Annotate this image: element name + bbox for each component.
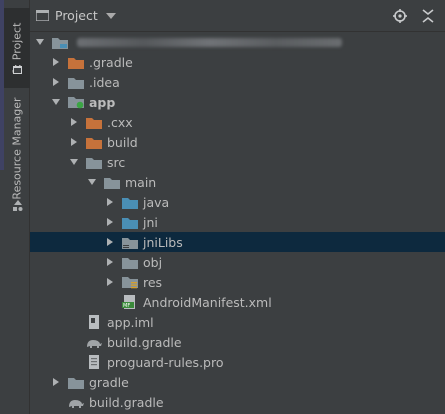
project-panel-header: Project: [30, 0, 445, 32]
source-folder-icon: [122, 195, 138, 209]
tree-row-java[interactable]: java: [30, 192, 445, 212]
collapse-all-icon[interactable]: [421, 8, 435, 23]
collapsed-arrow-icon[interactable]: [104, 216, 116, 228]
iml-file-icon: [86, 315, 102, 329]
tree-row-jnilibs[interactable]: jniLibs: [30, 232, 445, 252]
project-panel: Project .gradle .idea app .cxx build src…: [30, 0, 445, 414]
root-project-path-blurred: [77, 37, 342, 47]
collapsed-arrow-icon[interactable]: [50, 376, 62, 388]
tree-label: .idea: [89, 74, 120, 90]
tree-row-obj[interactable]: obj: [30, 252, 445, 272]
collapsed-arrow-icon[interactable]: [104, 276, 116, 288]
tree-label: app: [89, 94, 116, 110]
tree-label: java: [143, 194, 170, 210]
tree-row-idea-dir[interactable]: .idea: [30, 72, 445, 92]
source-folder-icon: [122, 215, 138, 229]
tree-label: build: [107, 134, 138, 150]
project-tree: .gradle .idea app .cxx build src main ja…: [30, 32, 445, 412]
folder-icon: [122, 255, 138, 269]
folder-icon: [68, 375, 84, 389]
tree-label: obj: [143, 254, 163, 270]
excluded-folder-icon: [86, 115, 102, 129]
project-view-title[interactable]: Project: [55, 8, 98, 23]
tree-label: .gradle: [89, 54, 133, 70]
view-selector-chevron-down-icon[interactable]: [105, 12, 116, 19]
resource-folder-icon: [122, 235, 138, 249]
tree-label: proguard-rules.pro: [107, 354, 224, 370]
tree-row-root-build-gradle[interactable]: build.gradle: [30, 392, 445, 412]
collapsed-arrow-icon[interactable]: [104, 196, 116, 208]
expanded-arrow-icon[interactable]: [68, 156, 80, 168]
tree-label: jni: [143, 214, 158, 230]
project-tab-icon: [13, 66, 22, 74]
expanded-arrow-icon[interactable]: [34, 36, 46, 48]
module-folder-icon: [52, 35, 68, 49]
tree-label: gradle: [89, 374, 129, 390]
tree-row-app-iml[interactable]: app.iml: [30, 312, 445, 332]
tree-label: .cxx: [107, 114, 133, 130]
excluded-folder-icon: [68, 55, 84, 69]
resource-manager-tool-tab[interactable]: Resource Manager: [4, 96, 30, 200]
resource-manager-tab-label: Resource Manager: [10, 96, 24, 200]
svg-text:MF: MF: [123, 303, 130, 309]
tree-row-app-build-gradle[interactable]: build.gradle: [30, 332, 445, 352]
tree-row-main[interactable]: main: [30, 172, 445, 192]
tree-row-app[interactable]: app: [30, 92, 445, 112]
android-module-folder-icon: [68, 95, 84, 109]
gradle-elephant-icon: [68, 395, 84, 409]
tree-label: AndroidManifest.xml: [143, 294, 272, 310]
tree-label: main: [125, 174, 157, 190]
tree-row-jni[interactable]: jni: [30, 212, 445, 232]
excluded-folder-icon: [86, 135, 102, 149]
tree-row-manifest[interactable]: MF AndroidManifest.xml: [30, 292, 445, 312]
folder-icon: [86, 155, 102, 169]
tool-window-strip: 1: Project Resource Manager: [0, 0, 30, 414]
tree-label: jniLibs: [143, 234, 183, 250]
tree-row-root[interactable]: [30, 32, 445, 52]
tree-row-src[interactable]: src: [30, 152, 445, 172]
tree-label: src: [107, 154, 126, 170]
text-file-icon: [86, 355, 102, 369]
folder-icon: [104, 175, 120, 189]
gradle-elephant-icon: [86, 335, 102, 349]
tree-label: build.gradle: [107, 334, 182, 350]
tree-row-build[interactable]: build: [30, 132, 445, 152]
collapsed-arrow-icon[interactable]: [50, 56, 62, 68]
manifest-file-icon: MF: [122, 295, 138, 309]
locate-file-icon[interactable]: [393, 8, 407, 23]
collapsed-arrow-icon[interactable]: [104, 236, 116, 248]
resource-folder-icon: [122, 275, 138, 289]
collapsed-arrow-icon[interactable]: [68, 136, 80, 148]
resource-manager-icon: [13, 200, 23, 211]
tree-row-cxx[interactable]: .cxx: [30, 112, 445, 132]
collapsed-arrow-icon[interactable]: [68, 116, 80, 128]
tree-label: app.iml: [107, 314, 154, 330]
tree-label: build.gradle: [89, 394, 164, 410]
tree-label: res: [143, 274, 163, 290]
project-view-icon: [36, 10, 49, 21]
collapsed-arrow-icon[interactable]: [50, 76, 62, 88]
tree-row-gradle[interactable]: gradle: [30, 372, 445, 392]
expanded-arrow-icon[interactable]: [86, 176, 98, 188]
tree-row-res[interactable]: res: [30, 272, 445, 292]
project-tool-tab[interactable]: 1: Project: [4, 8, 30, 88]
folder-icon: [68, 75, 84, 89]
tree-row-proguard[interactable]: proguard-rules.pro: [30, 352, 445, 372]
collapsed-arrow-icon[interactable]: [104, 256, 116, 268]
tree-row-gradle-dir[interactable]: .gradle: [30, 52, 445, 72]
expanded-arrow-icon[interactable]: [50, 96, 62, 108]
